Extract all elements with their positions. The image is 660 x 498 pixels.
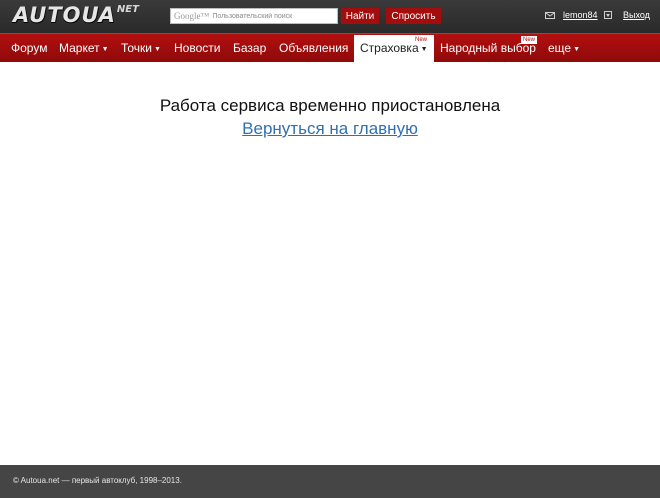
chevron-down-icon: ▼ xyxy=(573,46,581,53)
nav-points[interactable]: Точки ▼ xyxy=(121,34,161,62)
site-logo[interactable]: AUTOUA NET xyxy=(13,3,139,27)
nav-market[interactable]: Маркет ▼ xyxy=(59,34,109,62)
search-input[interactable] xyxy=(212,12,323,20)
nav-label: Объявления xyxy=(279,41,349,55)
nav-label: еще xyxy=(548,41,572,55)
user-dropdown-icon[interactable] xyxy=(604,11,612,19)
logo-main-text: AUTOUA xyxy=(13,3,116,27)
home-link-wrapper: Вернуться на главную xyxy=(0,119,660,139)
logout-link[interactable]: Выход xyxy=(623,10,650,20)
nav-ads[interactable]: Объявления xyxy=(279,34,348,62)
chevron-down-icon: ▼ xyxy=(420,46,428,53)
nav-bazaar[interactable]: Базар xyxy=(233,34,266,62)
nav-label: Базар xyxy=(233,41,267,55)
nav-label: Форум xyxy=(11,41,48,55)
nav-news[interactable]: Новости xyxy=(174,34,220,62)
new-badge: New xyxy=(521,36,538,44)
top-bar: AUTOUA NET Google™ Найти Спросить lemon8… xyxy=(0,0,660,33)
nav-label: Новости xyxy=(174,41,221,55)
mail-icon[interactable] xyxy=(545,12,555,19)
service-suspended-message: Работа сервиса временно приостановлена xyxy=(159,96,501,115)
logo-net-text: NET xyxy=(116,4,139,15)
search-box[interactable]: Google™ xyxy=(170,8,338,24)
google-brand: Google™ xyxy=(174,11,210,21)
footer-copyright: © Autoua.net — первый автоклуб, 1998–201… xyxy=(13,476,182,485)
find-button[interactable]: Найти xyxy=(341,8,379,24)
footer: © Autoua.net — первый автоклуб, 1998–201… xyxy=(0,465,660,498)
back-to-home-link[interactable]: Вернуться на главную xyxy=(242,119,418,138)
nav-more[interactable]: еще ▼ xyxy=(548,34,580,62)
chevron-down-icon: ▼ xyxy=(154,46,161,53)
nav-forum[interactable]: Форум xyxy=(11,34,47,62)
new-badge: New xyxy=(413,36,430,44)
nav-label: Точки xyxy=(121,41,153,55)
chevron-down-icon: ▼ xyxy=(101,46,109,53)
main-nav: Форум Маркет ▼ Точки ▼ Новости Базар Объяв… xyxy=(0,33,660,62)
username-link[interactable]: lemon84 xyxy=(563,10,598,20)
nav-label: Маркет xyxy=(59,41,100,55)
ask-button[interactable]: Спросить xyxy=(386,8,441,24)
nav-label: Страховка xyxy=(360,41,419,55)
